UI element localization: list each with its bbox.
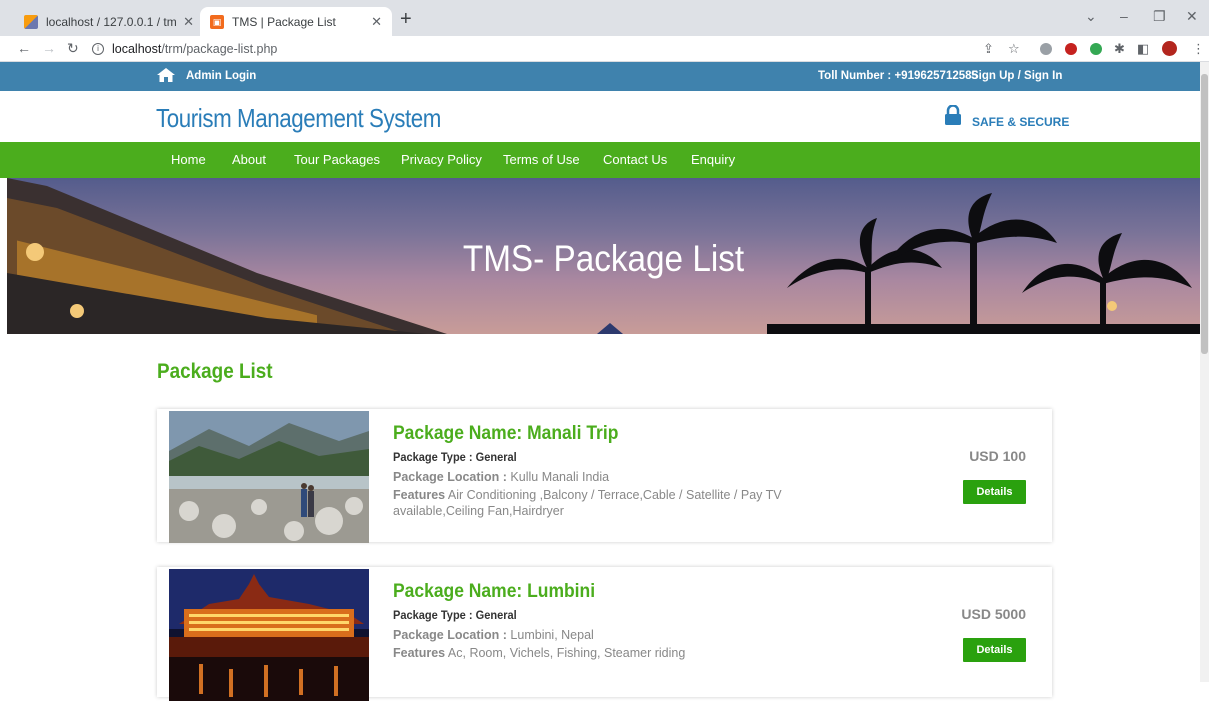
brand-header: Tourism Management System SAFE & SECURE [0, 91, 1200, 142]
page-banner: TMS- Package List [7, 178, 1200, 334]
back-arrow-icon[interactable]: ← [17, 40, 31, 56]
side-panel-icon[interactable]: ◧ [1137, 41, 1149, 57]
location-value: Kullu Manali India [510, 470, 610, 484]
nav-home[interactable]: Home [171, 152, 206, 167]
package-type: Package Type : General [393, 608, 517, 622]
phpmyadmin-favicon-icon [24, 14, 38, 29]
profile-avatar-icon[interactable] [1162, 41, 1177, 56]
nav-contact-us[interactable]: Contact Us [603, 152, 667, 167]
package-price: USD 5000 [961, 606, 1026, 622]
tab-title: localhost / 127.0.0.1 / tms / adm [46, 14, 177, 29]
toll-number: Toll Number : +919625712585 [818, 70, 978, 82]
window-close-icon[interactable]: ✕ [1186, 8, 1198, 25]
reload-icon[interactable]: ↻ [67, 40, 79, 57]
package-name: Package Name: Lumbini [393, 581, 596, 602]
package-location: Package Location : Lumbini, Nepal [393, 628, 594, 642]
nav-tour-packages[interactable]: Tour Packages [294, 152, 380, 167]
site-info-icon[interactable]: i [92, 43, 104, 55]
site-title[interactable]: Tourism Management System [156, 103, 441, 134]
url-path: /trm/package-list.php [161, 42, 278, 56]
features-value: Air Conditioning ,Balcony / Terrace,Cabl… [393, 488, 782, 518]
share-icon[interactable]: ⇪ [983, 41, 994, 57]
close-tab-icon[interactable]: ✕ [183, 14, 194, 30]
package-image[interactable] [169, 569, 369, 701]
nav-about[interactable]: About [232, 152, 266, 167]
package-image[interactable] [169, 411, 369, 543]
page-scrollbar[interactable] [1200, 62, 1209, 682]
tab-search-chevron-icon[interactable]: ⌄ [1085, 8, 1097, 25]
address-bar: ← → ↻ i localhost/trm/package-list.php ⇪… [0, 36, 1209, 62]
package-card: Package Name: Lumbini Package Type : Gen… [157, 567, 1052, 701]
scrollbar-thumb[interactable] [1201, 74, 1208, 354]
features-label: Features [393, 488, 446, 502]
nav-terms-of-use[interactable]: Terms of Use [503, 152, 580, 167]
forward-arrow-icon[interactable]: → [42, 40, 56, 56]
package-location: Package Location : Kullu Manali India [393, 470, 609, 484]
browser-tab-tms[interactable]: ▣ TMS | Package List ✕ [200, 7, 392, 36]
package-price: USD 100 [969, 448, 1026, 464]
location-label: Package Location : [393, 470, 507, 484]
package-card: Package Name: Manali Trip Package Type :… [157, 409, 1052, 543]
extension-ublock-icon[interactable] [1065, 43, 1077, 55]
home-icon[interactable] [157, 68, 175, 82]
admin-login-link[interactable]: Admin Login [186, 70, 256, 82]
nav-enquiry[interactable]: Enquiry [691, 152, 735, 167]
top-info-strip: Admin Login Toll Number : +919625712585 … [0, 62, 1200, 91]
safe-secure-label: SAFE & SECURE [972, 115, 1070, 129]
maximize-icon[interactable]: ❐ [1153, 8, 1166, 25]
bookmark-star-icon[interactable]: ☆ [1008, 41, 1020, 57]
location-label: Package Location : [393, 628, 507, 642]
minimize-icon[interactable]: – [1120, 8, 1128, 24]
tab-title: TMS | Package List [232, 14, 336, 29]
details-button[interactable]: Details [963, 638, 1026, 662]
url-field[interactable]: i localhost/trm/package-list.php [92, 39, 1012, 59]
close-tab-icon[interactable]: ✕ [371, 14, 382, 30]
main-nav: Home About Tour Packages Privacy Policy … [0, 142, 1200, 178]
extension-green-icon[interactable] [1090, 43, 1102, 55]
signup-signin-link[interactable]: Sign Up / Sign In [971, 70, 1062, 82]
section-title: Package List [157, 360, 273, 383]
nav-privacy-policy[interactable]: Privacy Policy [401, 152, 482, 167]
banner-title: TMS- Package List [462, 238, 745, 279]
features-label: Features [393, 646, 446, 660]
package-name: Package Name: Manali Trip [393, 423, 619, 444]
browser-tab-phpmyadmin[interactable]: localhost / 127.0.0.1 / tms / adm ✕ [14, 7, 204, 36]
details-button[interactable]: Details [963, 480, 1026, 504]
lock-icon [945, 105, 961, 125]
extensions-puzzle-icon[interactable]: ✱ [1114, 41, 1125, 57]
extension-grey-icon[interactable] [1040, 43, 1052, 55]
browser-tab-strip: localhost / 127.0.0.1 / tms / adm ✕ ▣ TM… [0, 0, 1209, 36]
browser-menu-icon[interactable]: ⋮ [1192, 41, 1205, 57]
package-type: Package Type : General [393, 450, 517, 464]
url-host: localhost [112, 42, 162, 56]
package-features: Features Air Conditioning ,Balcony / Ter… [393, 487, 793, 519]
tms-favicon-icon: ▣ [210, 14, 224, 29]
location-value: Lumbini, Nepal [510, 628, 594, 642]
package-features: Features Ac, Room, Vichels, Fishing, Ste… [393, 645, 793, 661]
new-tab-icon[interactable]: + [400, 9, 412, 29]
features-value: Ac, Room, Vichels, Fishing, Steamer ridi… [447, 646, 686, 660]
